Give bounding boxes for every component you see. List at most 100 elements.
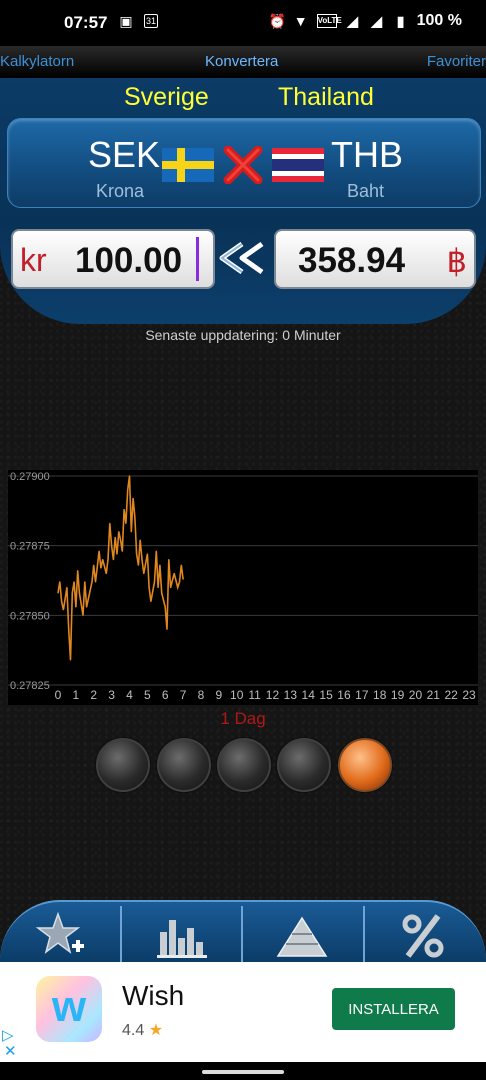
sweden-flag-icon[interactable] bbox=[162, 148, 214, 182]
data-point bbox=[159, 564, 161, 566]
data-point bbox=[57, 592, 59, 594]
y-tick-label: 0.27825 bbox=[10, 680, 50, 692]
convert-direction-icon[interactable] bbox=[218, 242, 268, 274]
data-point bbox=[102, 559, 104, 561]
favorite-add-icon[interactable] bbox=[32, 910, 92, 960]
navigation-bar bbox=[0, 1062, 486, 1080]
data-point bbox=[161, 592, 163, 594]
x-tick-label: 6 bbox=[162, 688, 169, 702]
x-tick-label: 4 bbox=[126, 688, 133, 702]
data-point bbox=[71, 592, 73, 594]
bottom-toolbar bbox=[0, 900, 486, 964]
period-button-5[interactable] bbox=[338, 738, 392, 792]
tab-bar: Kalkylatorn Konvertera Favoriter bbox=[0, 46, 486, 79]
country-row: Sverige Thailand bbox=[0, 83, 486, 113]
data-point bbox=[109, 522, 111, 524]
y-tick-label: 0.27875 bbox=[10, 541, 50, 553]
volte-icon: VoLTE bbox=[316, 14, 342, 28]
y-tick-label: 0.27850 bbox=[10, 610, 50, 622]
x-tick-label: 0 bbox=[55, 688, 62, 702]
pyramid-icon[interactable] bbox=[272, 910, 332, 960]
bar-chart-icon[interactable] bbox=[152, 910, 212, 960]
data-point bbox=[62, 609, 64, 611]
data-point bbox=[69, 659, 72, 661]
data-point bbox=[178, 581, 181, 583]
data-point bbox=[107, 559, 109, 561]
data-point bbox=[73, 581, 75, 583]
home-gesture-bar[interactable] bbox=[202, 1070, 284, 1074]
x-tick-label: 5 bbox=[144, 688, 151, 702]
x-tick-label: 7 bbox=[180, 688, 187, 702]
data-point bbox=[127, 489, 129, 491]
wifi-icon: ▼ bbox=[293, 13, 308, 29]
ad-close-icon[interactable]: ✕ bbox=[4, 1042, 17, 1060]
data-point bbox=[177, 586, 179, 589]
x-tick-label: 2 bbox=[90, 688, 97, 702]
battery-percent: 100 % bbox=[416, 12, 462, 29]
x-tick-label: 15 bbox=[319, 688, 333, 702]
swap-currencies-icon[interactable] bbox=[222, 146, 264, 184]
tab-konvertera[interactable]: Konvertera bbox=[205, 53, 278, 70]
x-tick-label: 10 bbox=[230, 688, 244, 702]
data-point bbox=[141, 559, 143, 561]
from-country[interactable]: Sverige bbox=[124, 83, 209, 112]
tab-favoriter[interactable]: Favoriter bbox=[427, 53, 486, 70]
period-button-3[interactable] bbox=[217, 738, 271, 792]
data-point bbox=[173, 572, 175, 575]
period-button-1[interactable] bbox=[96, 738, 150, 792]
to-country[interactable]: Thailand bbox=[278, 83, 374, 112]
tab-kalkylatorn[interactable]: Kalkylatorn bbox=[0, 53, 74, 70]
text-cursor bbox=[196, 237, 199, 281]
image-notification-icon: ▣ bbox=[119, 13, 133, 29]
percent-icon[interactable] bbox=[394, 910, 454, 960]
from-amount-field[interactable]: kr 100.00 bbox=[11, 229, 215, 289]
x-tick-label: 17 bbox=[355, 688, 369, 702]
x-tick-label: 13 bbox=[284, 688, 298, 702]
ad-rating: 4.4 ★ bbox=[122, 1022, 164, 1039]
x-tick-label: 11 bbox=[248, 688, 261, 702]
from-currency-symbol: kr bbox=[20, 242, 47, 278]
data-point bbox=[157, 586, 159, 589]
data-point bbox=[91, 581, 93, 583]
data-point bbox=[166, 628, 168, 630]
calendar-icon: 31 bbox=[144, 14, 158, 28]
to-amount-field[interactable]: 358.94 ฿ bbox=[274, 229, 476, 289]
data-point bbox=[75, 606, 77, 608]
ad-title[interactable]: Wish bbox=[122, 980, 184, 1012]
x-tick-label: 16 bbox=[337, 688, 351, 702]
data-point bbox=[134, 517, 136, 519]
rate-history-chart: 0.278250.278500.278750.279000 1 2 3 4 5 6 7 8 9 10… bbox=[8, 470, 478, 705]
data-point bbox=[123, 508, 125, 511]
to-currency-code[interactable]: THB bbox=[331, 134, 403, 176]
data-point bbox=[132, 497, 134, 499]
ad-banner[interactable]: w Wish 4.4 ★ INSTALLERA ▷ ✕ bbox=[0, 962, 486, 1062]
from-currency-name: Krona bbox=[96, 181, 145, 201]
battery-icon: ▮ bbox=[396, 13, 405, 29]
data-point bbox=[93, 564, 95, 566]
data-point bbox=[139, 539, 141, 541]
last-update-text: Senaste uppdatering: 0 Minuter bbox=[145, 327, 341, 343]
x-tick-label: 22 bbox=[445, 688, 459, 702]
period-selector bbox=[96, 738, 396, 792]
data-point bbox=[87, 598, 89, 600]
data-point bbox=[59, 581, 61, 583]
thailand-flag-icon[interactable] bbox=[272, 148, 324, 182]
data-point bbox=[112, 559, 115, 561]
from-currency-code[interactable]: SEK bbox=[88, 134, 160, 176]
data-point bbox=[98, 550, 100, 552]
data-point bbox=[94, 581, 97, 583]
data-point bbox=[85, 606, 88, 608]
data-point bbox=[136, 553, 138, 555]
wish-app-logo[interactable]: w bbox=[36, 976, 102, 1042]
to-amount-value: 358.94 bbox=[298, 241, 406, 280]
data-point bbox=[143, 572, 145, 575]
data-point bbox=[119, 539, 122, 541]
data-point bbox=[84, 581, 86, 583]
y-tick-label: 0.27900 bbox=[10, 471, 50, 483]
period-button-4[interactable] bbox=[277, 738, 331, 792]
x-tick-label: 14 bbox=[302, 688, 316, 702]
x-tick-label: 23 bbox=[462, 688, 476, 702]
install-button[interactable]: INSTALLERA bbox=[332, 988, 455, 1030]
period-button-2[interactable] bbox=[157, 738, 211, 792]
data-point bbox=[60, 600, 63, 602]
